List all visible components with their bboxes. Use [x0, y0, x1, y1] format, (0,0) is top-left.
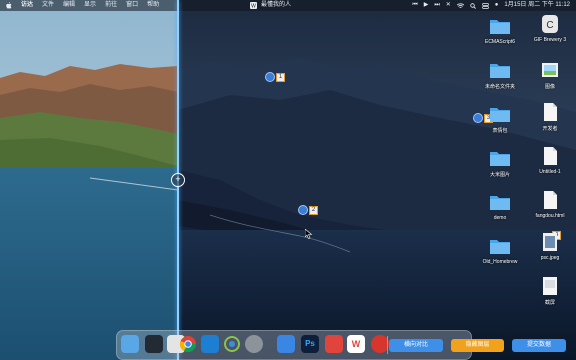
wps-writer-icon[interactable]: W: [347, 335, 365, 353]
menu-file[interactable]: 文件: [42, 0, 54, 11]
hide-layer-button[interactable]: 隐藏图层: [451, 339, 504, 352]
svg-text:W: W: [251, 4, 256, 9]
desktop-icon-emoji[interactable]: 表情包: [472, 104, 528, 134]
chrome-icon[interactable]: [179, 335, 197, 353]
annotation-marker[interactable]: 2: [298, 205, 318, 215]
menu-help[interactable]: 帮助: [147, 0, 159, 11]
search-icon[interactable]: [470, 2, 476, 9]
location-pin-icon: [298, 205, 308, 215]
desktop-icon-label: 截屏: [544, 300, 555, 306]
menu-view[interactable]: 显示: [84, 0, 96, 11]
desktop-icon-old-homebrew[interactable]: Old_Homebrew: [472, 236, 528, 265]
pen-app-icon[interactable]: [277, 335, 295, 353]
siri-icon[interactable]: ●: [495, 0, 499, 11]
annotation-marker[interactable]: 1: [265, 72, 285, 82]
photoshop-icon[interactable]: Ps: [301, 335, 319, 353]
submit-data-button[interactable]: 提交数据: [512, 339, 566, 352]
desktop: 访达 文件 编辑 显示 前往 窗口 帮助 W 最懂我的人 ⏮ ▶ ⏭ ✕ ● 1…: [0, 0, 576, 360]
desktop-icon-label: Old_Homebrew: [482, 259, 518, 265]
menu-window[interactable]: 窗口: [126, 0, 138, 11]
location-pin-icon: [265, 72, 275, 82]
desktop-icon-label: 图像: [544, 84, 555, 90]
desktop-icon-label: 大米图片: [489, 172, 510, 178]
control-center-icon[interactable]: [481, 2, 489, 9]
finder-icon[interactable]: [121, 335, 139, 353]
mouse-cursor-icon: [305, 229, 313, 239]
prev-track-icon[interactable]: ⏮: [412, 0, 417, 11]
compare-horizontal-button[interactable]: 横向对比: [389, 339, 443, 352]
desktop-icon-label: Untitled-1: [539, 169, 561, 175]
desktop-icon-untitled-folder[interactable]: 未命名文件夹: [472, 60, 528, 90]
menu-bar: 访达 文件 编辑 显示 前往 窗口 帮助 W 最懂我的人 ⏮ ▶ ⏭ ✕ ● 1…: [0, 0, 576, 11]
close-icon[interactable]: ✕: [446, 0, 451, 11]
menu-edit[interactable]: 编辑: [63, 0, 75, 11]
desktop-icon-label: demo: [493, 215, 507, 221]
desktop-icon-developer[interactable]: 开发者: [522, 102, 576, 132]
vscode-icon[interactable]: [201, 335, 219, 353]
desktop-icon-images[interactable]: 图像: [522, 60, 576, 90]
folder-icon: [490, 196, 510, 210]
wps-icon[interactable]: [325, 335, 343, 353]
desktop-icon-demo[interactable]: demo: [472, 192, 528, 221]
music-app-icon[interactable]: W: [250, 2, 257, 9]
desktop-icon-untitled-1[interactable]: Untitled-1: [522, 146, 576, 175]
image-file-icon: [542, 63, 558, 77]
document-icon: [544, 103, 557, 121]
menu-go[interactable]: 前往: [105, 0, 117, 11]
next-track-icon[interactable]: ⏭: [434, 0, 439, 11]
folder-icon: [490, 108, 510, 122]
terminal-icon[interactable]: [145, 335, 163, 353]
screenshot-file-icon: [543, 277, 557, 295]
svg-text:C: C: [546, 20, 553, 31]
desktop-icon-fangdou-html[interactable]: fangdou.html: [522, 190, 576, 219]
folder-icon: [490, 152, 510, 166]
marker-number: 1: [276, 72, 285, 82]
dock-divider: [387, 336, 388, 354]
gif-brewery-app-icon: C: [542, 15, 558, 33]
desktop-icon-label: psc.jpeg: [540, 255, 560, 261]
folder-icon: [490, 240, 510, 254]
script-editor-icon[interactable]: [223, 335, 241, 353]
html-file-icon: [544, 191, 557, 209]
folder-icon: [490, 64, 510, 78]
marker-number: 2: [309, 205, 318, 215]
desktop-icon-screenshot[interactable]: 截屏: [522, 276, 576, 306]
desktop-icon-label: 未命名文件夹: [484, 84, 515, 90]
desktop-icon-psc-jpeg[interactable]: psc.jpeg: [522, 232, 576, 261]
desktop-icon-gif-brewery[interactable]: C GIF Brewery 3: [522, 14, 576, 43]
desktop-icon-label: 表情包: [492, 128, 508, 134]
menu-datetime[interactable]: 1月15日 周二 下午 11:12: [504, 0, 570, 11]
system-preferences-icon[interactable]: [245, 335, 263, 353]
document-icon: [544, 147, 557, 165]
folder-icon: [490, 20, 510, 34]
play-icon[interactable]: ▶: [424, 0, 429, 11]
desktop-icon-ecmascript6[interactable]: ECMAScript6: [472, 16, 528, 45]
now-playing-title: 最懂我的人: [261, 2, 292, 8]
desktop-icon-label: GIF Brewery 3: [533, 37, 567, 43]
desktop-icon-label: 开发者: [542, 126, 558, 132]
apple-icon[interactable]: [6, 2, 12, 9]
desktop-icon-label: fangdou.html: [535, 213, 565, 219]
jpeg-file-icon: [543, 233, 557, 251]
split-handle-icon[interactable]: +: [171, 173, 185, 187]
wifi-icon[interactable]: [456, 2, 464, 9]
wallpaper-day: [0, 0, 178, 360]
menu-app-name[interactable]: 访达: [21, 0, 33, 11]
desktop-icon-label: ECMAScript6: [484, 39, 515, 45]
desktop-icon-dami-images[interactable]: 大米图片: [472, 148, 528, 178]
